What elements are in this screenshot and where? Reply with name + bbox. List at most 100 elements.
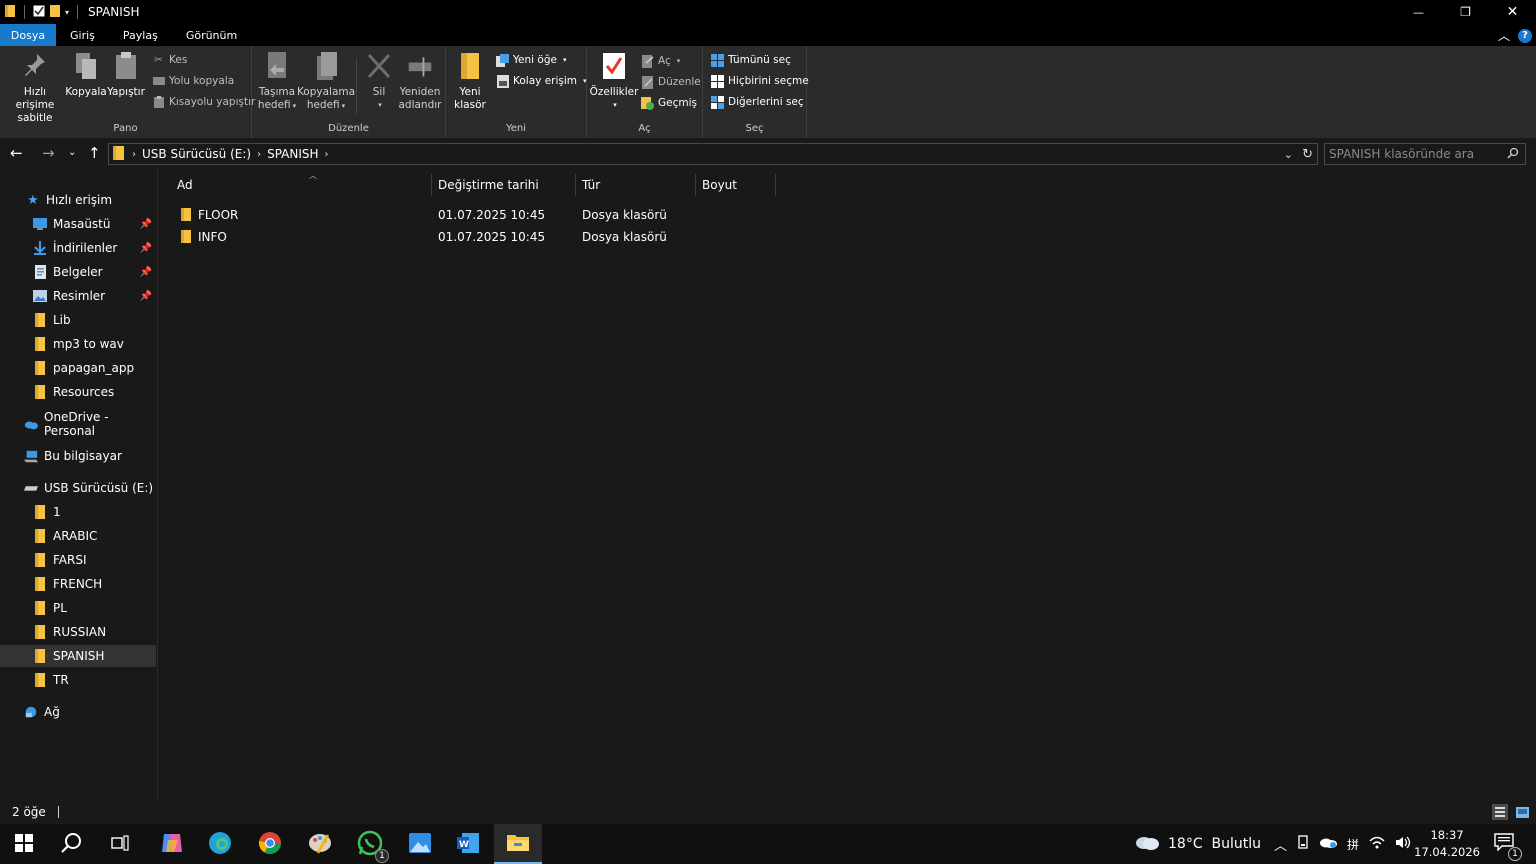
collapse-ribbon-chevron-icon[interactable]: ︿ bbox=[1498, 27, 1510, 44]
help-icon[interactable]: ? bbox=[1518, 28, 1532, 43]
sidebar-item-usb-drive[interactable]: USB Sürücüsü (E:) bbox=[0, 477, 156, 499]
invert-selection-button[interactable]: Diğerlerini seç bbox=[711, 93, 804, 111]
sidebar-item-folder-1[interactable]: 1 bbox=[0, 501, 156, 523]
copy-button[interactable]: Kopyala bbox=[65, 50, 107, 99]
easy-access-button[interactable]: Kolay erişim ▾ bbox=[496, 72, 587, 90]
clock[interactable]: 18:37 17.04.2026 bbox=[1414, 827, 1480, 861]
pin-icon[interactable]: 📌 bbox=[140, 291, 152, 302]
forward-arrow-icon[interactable]: → bbox=[42, 144, 55, 162]
sidebar-item-documents[interactable]: Belgeler 📌 bbox=[0, 261, 156, 283]
word-button[interactable]: W bbox=[444, 824, 492, 864]
select-none-button[interactable]: Hiçbirini seçme bbox=[711, 72, 809, 90]
breadcrumb-chevron-icon[interactable]: › bbox=[257, 149, 261, 160]
details-view-icon[interactable] bbox=[1492, 804, 1508, 820]
delete-button[interactable]: Sil ▾ bbox=[362, 50, 396, 112]
sidebar-item-mp3-to-wav[interactable]: mp3 to wav bbox=[0, 333, 156, 355]
tab-file[interactable]: Dosya bbox=[0, 24, 56, 46]
breadcrumb-usb-drive[interactable]: USB Sürücüsü (E:) bbox=[142, 147, 251, 161]
sidebar-item-french[interactable]: FRENCH bbox=[0, 573, 156, 595]
large-icons-view-icon[interactable] bbox=[1514, 804, 1530, 820]
cut-button[interactable]: ✂ Kes bbox=[152, 51, 187, 69]
table-row[interactable]: INFO 01.07.2025 10:45 Dosya klasörü bbox=[176, 226, 696, 248]
paste-button[interactable]: Yapıştır bbox=[106, 50, 146, 99]
input-language-icon[interactable]: 拼 bbox=[1347, 836, 1359, 853]
paste-shortcut-button[interactable]: Kısayolu yapıştır bbox=[152, 93, 255, 111]
minimize-button[interactable]: — bbox=[1395, 0, 1442, 24]
sidebar-item-desktop[interactable]: Masaüstü 📌 bbox=[0, 213, 156, 235]
sidebar-item-tr[interactable]: TR bbox=[0, 669, 156, 691]
sidebar-item-this-pc[interactable]: Bu bilgisayar bbox=[0, 445, 156, 467]
close-button[interactable]: ✕ bbox=[1489, 0, 1536, 24]
sidebar-item-resources[interactable]: Resources bbox=[0, 381, 156, 403]
breadcrumb-chevron-icon[interactable]: › bbox=[132, 149, 136, 160]
column-header-date-modified[interactable]: Değiştirme tarihi bbox=[432, 174, 576, 196]
history-button[interactable]: Geçmiş bbox=[641, 94, 697, 112]
back-arrow-icon[interactable]: ← bbox=[10, 144, 23, 162]
tab-home[interactable]: Giriş bbox=[56, 24, 109, 46]
new-item-button[interactable]: Yeni öğe ▾ bbox=[496, 51, 566, 69]
copy-to-button[interactable]: Kopyalama hedefi ▾ bbox=[297, 50, 355, 113]
task-view-button[interactable] bbox=[96, 824, 144, 864]
sidebar-item-downloads[interactable]: İndirilenler 📌 bbox=[0, 237, 156, 259]
tab-share[interactable]: Paylaş bbox=[109, 24, 172, 46]
sidebar-item-network[interactable]: Ağ bbox=[0, 701, 156, 723]
open-button[interactable]: Aç ▾ bbox=[641, 52, 680, 70]
onedrive-icon[interactable] bbox=[1319, 836, 1338, 852]
edge-button[interactable] bbox=[196, 824, 244, 864]
pin-icon[interactable]: 📌 bbox=[140, 219, 152, 230]
weather-widget[interactable]: 18°C Bulutlu bbox=[1134, 824, 1261, 864]
move-to-button[interactable]: Taşıma hedefi ▾ bbox=[254, 50, 300, 113]
properties-button[interactable]: Özellikler ▾ bbox=[590, 50, 638, 112]
recent-locations-chevron-icon[interactable]: ⌄ bbox=[68, 147, 76, 158]
column-header-type[interactable]: Tür bbox=[576, 174, 696, 196]
taskbar-search-button[interactable] bbox=[48, 824, 96, 864]
address-dropdown-chevron-icon[interactable]: ⌄ bbox=[1284, 148, 1293, 161]
copilot-button[interactable] bbox=[148, 824, 196, 864]
start-button[interactable] bbox=[0, 824, 48, 864]
chrome-button[interactable] bbox=[246, 824, 294, 864]
sidebar-item-pl[interactable]: PL bbox=[0, 597, 156, 619]
address-bar[interactable]: › USB Sürücüsü (E:) › SPANISH › ⌄ ↻ bbox=[108, 143, 1318, 165]
pin-quick-access-button[interactable]: Hızlı erişime sabitle bbox=[4, 50, 66, 125]
device-icon[interactable] bbox=[1297, 835, 1309, 853]
sidebar-item-onedrive[interactable]: OneDrive - Personal bbox=[0, 410, 156, 438]
search-box[interactable] bbox=[1324, 143, 1526, 165]
new-folder-button[interactable]: Yeni klasör bbox=[450, 50, 490, 112]
search-icon[interactable] bbox=[1507, 147, 1519, 162]
sidebar-item-lib[interactable]: Lib bbox=[0, 309, 156, 331]
column-header-name[interactable]: Ad ︿ bbox=[171, 171, 432, 196]
pin-icon[interactable]: 📌 bbox=[140, 267, 152, 278]
search-input[interactable] bbox=[1329, 147, 1501, 161]
rename-button[interactable]: Yeniden adlandır bbox=[396, 50, 444, 112]
sidebar-item-russian[interactable]: RUSSIAN bbox=[0, 621, 156, 643]
wifi-icon[interactable] bbox=[1369, 836, 1385, 853]
sidebar-item-papagan-app[interactable]: papagan_app bbox=[0, 357, 156, 379]
volume-icon[interactable] bbox=[1395, 836, 1411, 853]
sidebar-item-arabic[interactable]: ARABIC bbox=[0, 525, 156, 547]
new-folder-quick-icon[interactable] bbox=[49, 4, 61, 21]
whatsapp-button[interactable]: 1 bbox=[346, 824, 394, 864]
breadcrumb-chevron-icon[interactable]: › bbox=[325, 149, 329, 160]
column-header-size[interactable]: Boyut bbox=[696, 174, 776, 196]
sidebar-item-spanish[interactable]: SPANISH bbox=[0, 645, 156, 667]
breadcrumb-spanish[interactable]: SPANISH bbox=[267, 147, 318, 161]
paint-button[interactable] bbox=[296, 824, 344, 864]
table-row[interactable]: FLOOR 01.07.2025 10:45 Dosya klasörü bbox=[176, 204, 696, 226]
sidebar-item-farsi[interactable]: FARSI bbox=[0, 549, 156, 571]
sidebar-item-pictures[interactable]: Resimler 📌 bbox=[0, 285, 156, 307]
maximize-button[interactable]: ❐ bbox=[1442, 0, 1489, 24]
customize-toolbar-chevron-icon[interactable]: ▾ bbox=[65, 8, 69, 17]
tab-view[interactable]: Görünüm bbox=[172, 24, 251, 46]
photos-button[interactable] bbox=[396, 824, 444, 864]
select-all-button[interactable]: Tümünü seç bbox=[711, 51, 791, 69]
sidebar-item-quick-access[interactable]: ★ Hızlı erişim bbox=[0, 189, 156, 211]
pin-icon[interactable]: 📌 bbox=[140, 243, 152, 254]
edit-button[interactable]: Düzenle bbox=[641, 73, 701, 91]
file-explorer-button[interactable] bbox=[494, 824, 542, 864]
refresh-icon[interactable]: ↻ bbox=[1302, 147, 1313, 162]
show-hidden-icons-chevron-icon[interactable]: ︿ bbox=[1274, 835, 1287, 854]
properties-checkbox-icon[interactable] bbox=[33, 5, 45, 20]
copy-path-button[interactable]: Yolu kopyala bbox=[152, 72, 234, 90]
up-arrow-icon[interactable]: ↑ bbox=[88, 144, 101, 162]
notification-center-button[interactable]: 1 bbox=[1494, 824, 1522, 864]
